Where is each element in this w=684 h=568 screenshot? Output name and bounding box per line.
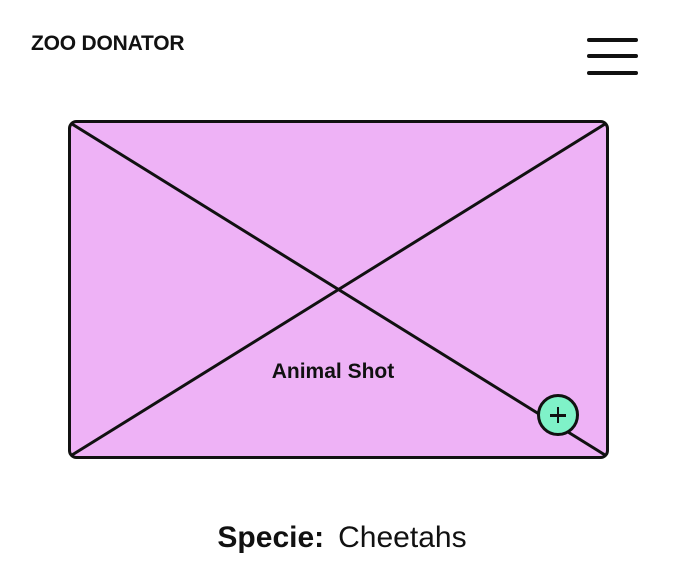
image-placeholder-icon	[68, 120, 609, 459]
add-button[interactable]	[537, 394, 579, 436]
placeholder-label: Animal Shot	[271, 360, 395, 383]
species-info: Specie: Cheetahs	[0, 521, 684, 555]
app-title: ZOO DONATOR	[31, 32, 185, 55]
species-value: Cheetahs	[338, 521, 467, 554]
species-label: Specie:	[217, 521, 325, 554]
menu-button[interactable]	[585, 37, 641, 79]
animal-image-placeholder: Animal Shot	[68, 120, 609, 459]
